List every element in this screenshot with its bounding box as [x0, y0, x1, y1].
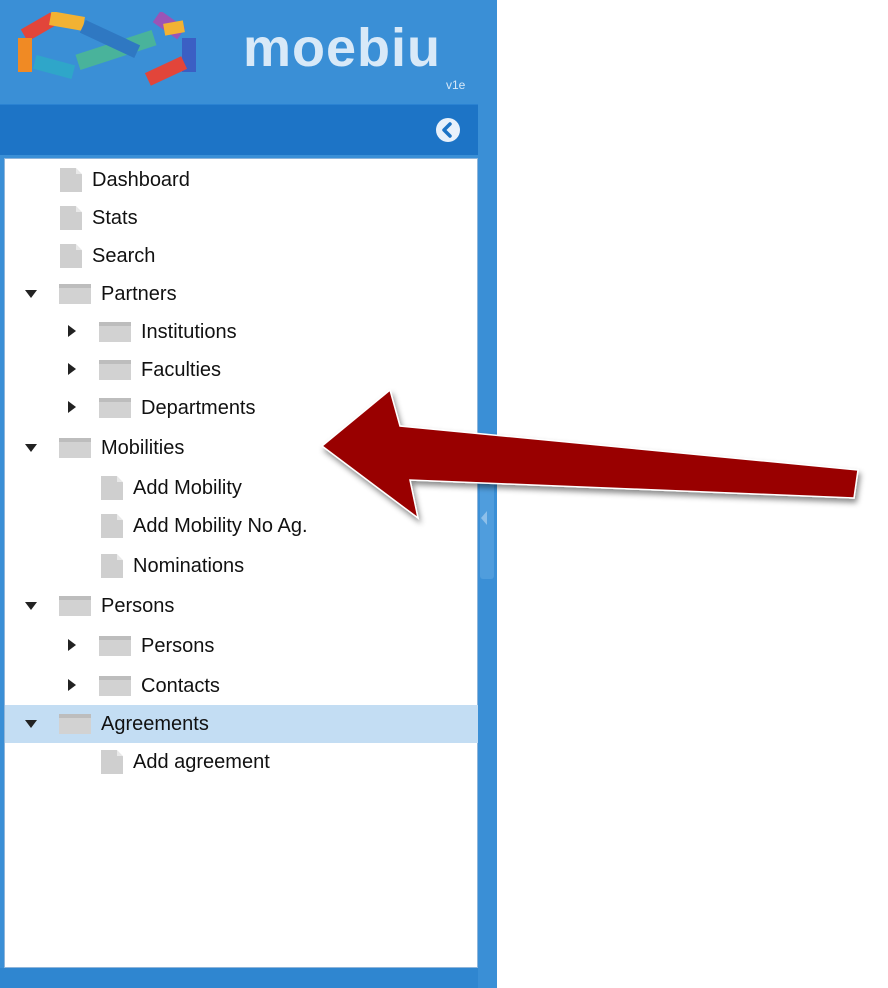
- tree-item-label: Agreements: [101, 712, 209, 735]
- collapse-toggle-icon[interactable]: [65, 401, 79, 415]
- collapse-toggle-icon[interactable]: [65, 325, 79, 339]
- folder-icon: [99, 636, 131, 656]
- tree-folder-faculties[interactable]: Faculties: [5, 351, 537, 389]
- tree-item-search[interactable]: Search: [5, 237, 532, 275]
- tree-folder-agreements[interactable]: Agreements: [5, 705, 497, 743]
- file-icon: [60, 244, 82, 268]
- tree-folder-persons[interactable]: Persons: [5, 587, 497, 625]
- folder-icon: [99, 676, 131, 696]
- tree-folder-institutions[interactable]: Institutions: [5, 313, 537, 351]
- app-name: moebiu: [243, 18, 442, 78]
- folder-icon: [59, 714, 91, 734]
- panel-splitter[interactable]: [478, 104, 497, 988]
- tree-folder-partners[interactable]: Partners: [5, 275, 497, 313]
- red-arrow-annotation-icon: [320, 388, 859, 520]
- app-version: v1e: [446, 78, 466, 92]
- sidebar-header: [0, 104, 478, 155]
- tree-item-label: Add agreement: [133, 750, 270, 773]
- tree-item-label: Persons: [141, 634, 215, 657]
- chevron-left-icon: [442, 122, 452, 138]
- logo-bar: moebiu v1e: [0, 0, 497, 100]
- folder-icon: [99, 398, 131, 418]
- tree-item-label: Add Mobility: [133, 476, 242, 499]
- tree-item-label: Contacts: [141, 674, 220, 697]
- tree-item-label: Add Mobility No Ag.: [133, 514, 308, 537]
- navigation-tree: Dashboard Stats Search Partners Institut…: [4, 158, 497, 968]
- folder-icon: [59, 438, 91, 458]
- tree-item-label: Mobilities: [101, 436, 185, 459]
- expand-toggle-icon[interactable]: [25, 717, 39, 731]
- tree-item-label: Persons: [101, 594, 175, 617]
- moebius-logo-icon: [18, 12, 196, 86]
- expand-toggle-icon[interactable]: [25, 441, 39, 455]
- file-icon: [60, 206, 82, 230]
- tree-item-stats[interactable]: Stats: [5, 199, 532, 237]
- tree-item-label: Faculties: [141, 358, 222, 381]
- tree-folder-persons-sub[interactable]: Persons: [5, 627, 537, 665]
- collapse-toggle-icon[interactable]: [65, 639, 79, 653]
- tree-item-label: Institutions: [141, 320, 237, 343]
- file-icon: [101, 476, 123, 500]
- folder-icon: [59, 596, 91, 616]
- collapse-toggle-icon[interactable]: [65, 363, 79, 377]
- tree-folder-contacts[interactable]: Contacts: [5, 667, 537, 705]
- tree-item-label: Dashboard: [92, 168, 190, 191]
- tree-item-dashboard[interactable]: Dashboard: [5, 161, 532, 199]
- sidebar-footer: [0, 968, 478, 988]
- tree-item-label: Partners: [101, 282, 177, 305]
- folder-icon: [99, 322, 131, 342]
- tree-item-label: Departments: [141, 396, 256, 419]
- tree-item-label: Search: [92, 244, 156, 267]
- collapse-sidebar-button[interactable]: [436, 118, 460, 142]
- collapse-toggle-icon[interactable]: [65, 679, 79, 693]
- expand-toggle-icon[interactable]: [25, 287, 39, 301]
- folder-icon: [99, 360, 131, 380]
- tree-item-label: Nominations: [133, 554, 245, 577]
- file-icon: [101, 554, 123, 578]
- file-icon: [101, 750, 123, 774]
- expand-toggle-icon[interactable]: [25, 599, 39, 613]
- file-icon: [60, 168, 82, 192]
- file-icon: [101, 514, 123, 538]
- tree-item-label: Stats: [92, 206, 138, 229]
- folder-icon: [59, 284, 91, 304]
